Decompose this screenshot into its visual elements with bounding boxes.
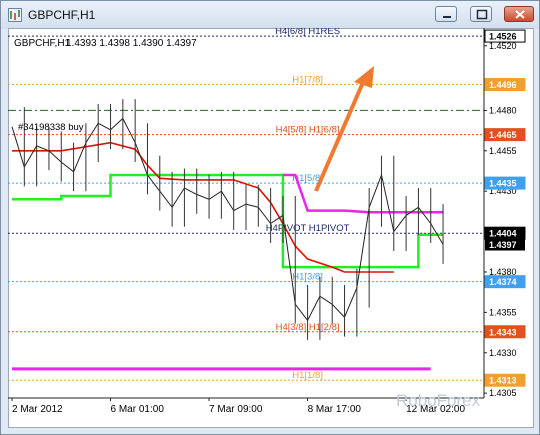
- header-ohlc: 1.4393 1.4398 1.4390 1.4397: [66, 38, 197, 49]
- series-line-green-step: [12, 173, 444, 269]
- order-label: #34198338 buy: [18, 122, 84, 133]
- x-tick-label: 8 Mar 17:00: [308, 404, 362, 415]
- level-price-tag-text: 1.4526: [489, 32, 517, 42]
- current-price-text: 1.4397: [489, 240, 517, 250]
- y-tick-label: 1.4455: [489, 146, 517, 156]
- level-label: H1[7/8]: [292, 75, 323, 86]
- y-tick-label: 1.4330: [489, 348, 517, 358]
- title-bar[interactable]: GBPCHF,H1: [1, 1, 539, 29]
- x-tick-label: 2 Mar 2012: [12, 404, 63, 415]
- price-chart[interactable]: H4[6/8] H1RESH1[7/8]H4[5/8] H1[6/8]H1[5/…: [8, 28, 532, 426]
- level-label: H4[5/8] H1[6/8]: [276, 125, 340, 136]
- watermark: RoboForex: [396, 391, 481, 410]
- level-label: H1[1/8]: [292, 370, 323, 381]
- level-price-tag-text: 1.4435: [489, 179, 517, 189]
- chart-icon: [8, 8, 22, 22]
- y-tick-label: 1.4480: [489, 105, 517, 115]
- price-tags: 1.4526 1.4496 1.4465 1.4435 1.4404 1.4374 1.43…: [484, 29, 526, 387]
- y-tick-label: 1.4305: [489, 388, 517, 398]
- maximize-button[interactable]: [470, 6, 492, 22]
- series-line-red-line: [12, 141, 394, 273]
- level-price-tag-text: 1.4465: [489, 130, 517, 140]
- level-label: H1[3/8]: [292, 272, 323, 283]
- x-tick-label: 6 Mar 01:00: [111, 404, 165, 415]
- level-price-tag-text: 1.4404: [489, 229, 517, 239]
- level-price-tag-text: 1.4343: [489, 327, 517, 337]
- close-icon: [515, 10, 525, 19]
- level-price-tag-text: 1.4496: [489, 80, 517, 90]
- series-group: [11, 99, 444, 371]
- x-tick-label: 7 Mar 09:00: [209, 404, 263, 415]
- y-axis-ticks: 1.45201.44801.44551.44301.43801.43551.43…: [484, 41, 517, 398]
- level-price-tag-text: 1.4313: [489, 376, 517, 386]
- header-symbol: GBPCHF,H1: [14, 38, 71, 49]
- level-label: H4[6/8] H1RES: [275, 28, 340, 37]
- maximize-icon: [476, 9, 488, 20]
- minimize-button[interactable]: [435, 6, 457, 22]
- window-title: GBPCHF,H1: [28, 8, 96, 22]
- y-tick-label: 1.4355: [489, 307, 517, 317]
- level-price-tag-text: 1.4374: [489, 277, 517, 287]
- close-button[interactable]: [504, 6, 534, 22]
- minimize-icon: [443, 16, 451, 18]
- level-label: H4PIVOT H1PIVOT: [266, 223, 350, 234]
